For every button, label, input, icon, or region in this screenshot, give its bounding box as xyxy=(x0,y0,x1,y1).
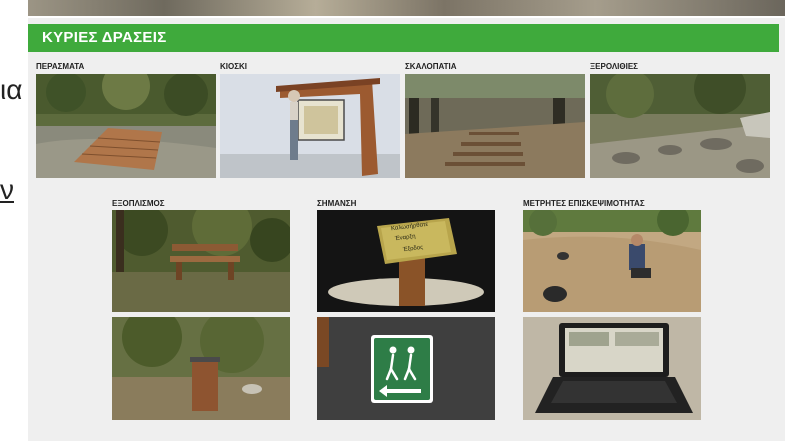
edge-text-fragment-1: ια xyxy=(0,74,23,105)
caption-kioski: ΚΙΟΣΚΙ xyxy=(220,62,248,71)
caption-xerolithies: ΞΕΡΟΛΙΘΙΕΣ xyxy=(590,62,638,71)
photo-counter-post xyxy=(112,317,290,420)
photo-trail-sign-post: Καλωσήρθατε Έναρξη Έξοδος xyxy=(317,210,495,312)
photo-dry-stone-walls xyxy=(590,74,770,178)
slide-title: ΚΥΡΙΕΣ ΔΡΑΣΕΙΣ xyxy=(42,29,167,46)
photo-hiking-sign xyxy=(317,317,495,420)
photo-info-kiosk xyxy=(220,74,400,178)
photo-laptop-counter-data xyxy=(523,317,701,420)
title-banner: ΚΥΡΙΕΣ ΔΡΑΣΕΙΣ xyxy=(28,24,779,52)
caption-exoplismos: ΕΞΟΠΛΙΣΜΟΣ xyxy=(112,199,165,208)
photo-visitor-counter-install xyxy=(523,210,701,312)
photo-wooden-footbridge xyxy=(36,74,216,178)
photo-stone-steps xyxy=(405,74,585,178)
caption-perasmata: ΠΕΡΑΣΜΑΤΑ xyxy=(36,62,85,71)
caption-metrites: ΜΕΤΡΗΤΕΣ ΕΠΙΣΚΕΨΙΜΟΤΗΤΑΣ xyxy=(523,199,645,208)
caption-skalopatia: ΣΚΑΛΟΠΑΤΙΑ xyxy=(405,62,457,71)
caption-simansi: ΣΗΜΑΝΣΗ xyxy=(317,199,357,208)
edge-text-fragment-2: ν xyxy=(0,174,14,205)
top-photo-strip xyxy=(28,0,785,16)
photo-wooden-bench xyxy=(112,210,290,312)
